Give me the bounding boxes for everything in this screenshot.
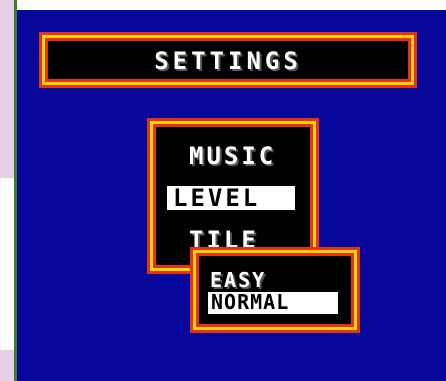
outer-margin-middle (0, 178, 14, 350)
settings-menu: MUSIC LEVEL TILE (150, 121, 316, 271)
menu-item-music[interactable]: MUSIC (189, 144, 276, 168)
menu-item-level-selected[interactable]: LEVEL (167, 186, 295, 210)
level-option-normal-selected[interactable]: NORMAL (208, 292, 338, 314)
game-screen: SETTINGS MUSIC LEVEL TILE EASY NORMAL (17, 10, 446, 381)
title-box: SETTINGS (42, 35, 414, 85)
menu-item-tile[interactable]: TILE (189, 228, 259, 252)
outer-margin-bottom (0, 350, 14, 381)
settings-title: SETTINGS (154, 47, 302, 75)
level-option-easy[interactable]: EASY (210, 270, 266, 290)
level-submenu: EASY NORMAL (193, 250, 357, 330)
outer-margin-top (0, 0, 14, 178)
